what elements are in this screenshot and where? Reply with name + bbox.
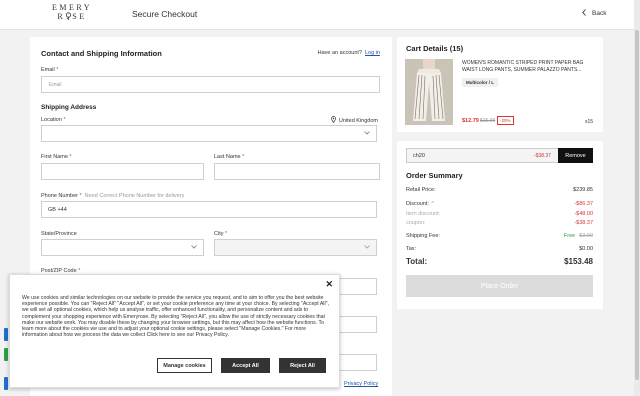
item-discount-row: Item discount: -$48.00 (406, 211, 593, 217)
total-row: Total: $153.48 (406, 257, 593, 266)
product-price: $12.79 (462, 118, 479, 124)
retail-price-row: Retail Price: $239.85 (406, 187, 593, 193)
back-label: Back (592, 10, 607, 17)
page-scrollbar[interactable] (634, 0, 640, 396)
product-image[interactable] (405, 59, 453, 125)
product-photo (405, 59, 453, 125)
place-order-button[interactable]: Place Order (406, 275, 593, 297)
shipping-address-title: Shipping Address (41, 104, 97, 111)
phone-label: Phone Number * Need Correct Phone Number … (41, 193, 185, 199)
side-widget-tab-1[interactable] (4, 328, 8, 341)
product-variant-badge: Multicolor / L (462, 78, 498, 87)
product-quantity: x15 (584, 119, 593, 125)
last-name-field[interactable] (214, 163, 380, 180)
phone-field[interactable]: GB +44 (41, 201, 377, 218)
accept-all-button[interactable]: Accept All (221, 358, 270, 373)
logo-bottom: R SE (57, 12, 87, 21)
product-original-price: $15.99 (480, 118, 496, 124)
login-link[interactable]: Log in (365, 50, 380, 56)
coupon-amount: -$38.37 (534, 153, 551, 159)
coupon-code: ch20 (413, 153, 425, 159)
privacy-policy-link[interactable]: Privacy Policy (344, 381, 378, 387)
shipping-original-price: $3.99 (579, 233, 593, 239)
shipping-fee-row: Shipping Fee: Free $3.99 (406, 233, 593, 239)
manage-cookies-button[interactable]: Manage cookies (157, 358, 212, 373)
account-prompt: Have an account? Log in (317, 50, 380, 56)
page-title: Secure Checkout (132, 9, 198, 19)
first-name-label: First Name * (41, 154, 72, 160)
brand-logo[interactable]: EMERY R SE (52, 3, 92, 21)
cookie-consent-text: We use cookies and similar technologies … (22, 295, 329, 339)
order-summary-panel: ch20 -$38.37 Remove Order Summary Retail… (397, 141, 603, 309)
chevron-left-icon (582, 9, 586, 18)
contact-section-title: Contact and Shipping Information (41, 49, 162, 58)
map-pin-icon (331, 116, 336, 125)
discount-row[interactable]: Discount: ⌃ -$86.37 (406, 201, 593, 207)
first-name-field[interactable] (41, 163, 204, 180)
state-select[interactable] (41, 239, 204, 256)
chevron-down-icon (191, 245, 197, 251)
product-discount-badge: -20% (497, 116, 514, 125)
back-button[interactable]: Back (582, 9, 606, 18)
city-select[interactable] (214, 239, 377, 256)
chevron-down-icon (364, 245, 370, 251)
side-widget-tab-3[interactable] (4, 377, 8, 390)
side-widget-tab-2[interactable] (4, 348, 8, 361)
city-label: City * (214, 231, 228, 237)
scrollbar-thumb[interactable] (635, 30, 639, 380)
header: EMERY R SE Secure Checkout Back (0, 0, 640, 30)
remove-coupon-button[interactable]: Remove (558, 148, 593, 163)
tax-row: Tax: $0.00 (406, 246, 593, 252)
phone-country-prefix[interactable]: GB +44 (48, 207, 67, 213)
chevron-down-icon (364, 131, 370, 137)
state-label: State/Province (41, 231, 77, 237)
location-select[interactable] (41, 125, 377, 142)
product-name[interactable]: WOMEN'S ROMANTIC STRIPED PRINT PAPER BAG… (462, 60, 592, 74)
email-field[interactable]: Email (41, 76, 380, 93)
close-icon[interactable]: ✕ (325, 279, 333, 290)
chevron-up-icon: ⌃ (430, 201, 435, 207)
coupon-discount-row: coupon: -$38.37 (406, 220, 593, 226)
cookie-consent-dialog: ✕ We use cookies and similar technologie… (9, 274, 340, 388)
location-label: Location * (41, 117, 66, 123)
shipping-free-label: Free (563, 233, 576, 239)
location-country: United Kingdom (331, 116, 378, 125)
order-summary-title: Order Summary (406, 171, 463, 180)
logo-top: EMERY (52, 3, 93, 12)
email-label: Email * (41, 67, 59, 73)
cart-title: Cart Details (15) (406, 44, 464, 53)
reject-all-button[interactable]: Reject All (279, 358, 326, 373)
coupon-field[interactable]: ch20 -$38.37 Remove (406, 148, 593, 163)
last-name-label: Last Name * (214, 154, 245, 160)
cart-panel: Cart Details (15) WOMEN'S ROMANTIC STRIP… (397, 37, 603, 132)
